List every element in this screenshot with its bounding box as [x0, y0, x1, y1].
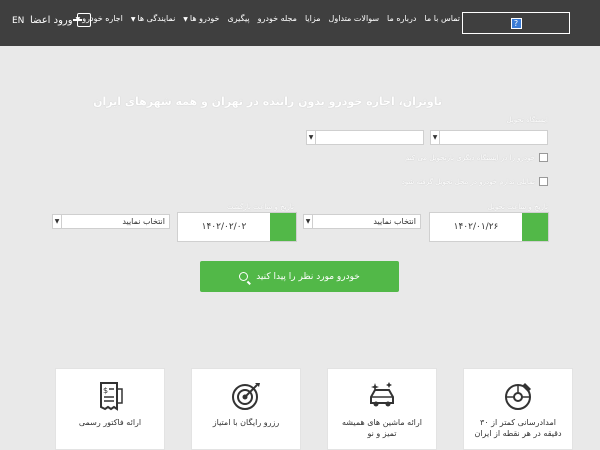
delivery-label: تمایلی ندارم خودرو در محل تحویل گرفته شو…: [401, 177, 535, 186]
pickup-date-label: تاریخ و ساعت تحویل: [487, 203, 548, 211]
return-date-value: ۱۴۰۲/۰۲/۰۲: [201, 222, 247, 232]
pickup-date-value: ۱۴۰۲/۰۱/۲۶: [453, 222, 499, 232]
calendar-icon[interactable]: [522, 213, 548, 241]
return-other-station-label: خودرو را در ایستگاه دیگری بازتحویل می کن…: [405, 153, 535, 162]
car-sparkle-icon: [370, 382, 394, 407]
language-switch[interactable]: EN: [12, 16, 24, 26]
wrench-wheel-icon: [505, 383, 531, 410]
pickup-station-select[interactable]: ▼: [306, 130, 424, 145]
main-nav: اجاره خودرو▼ نمایندگی ها▼ خودرو ها▼ پیگی…: [76, 14, 460, 23]
feature-card-free-reserve: رزرو رایگان با امتیاز: [191, 368, 301, 450]
chevron-down-icon: ▼: [53, 215, 62, 228]
search-icon: [239, 272, 249, 281]
site-logo[interactable]: ?: [462, 12, 570, 34]
feature-text: ارائه فاکتور رسمی: [78, 418, 142, 427]
find-car-button[interactable]: خودرو مورد نظر را پیدا کنید: [200, 261, 399, 292]
nav-item-magazine[interactable]: مجله خودرو: [258, 14, 297, 23]
pickup-city-select[interactable]: ▼: [430, 130, 548, 145]
return-time-select[interactable]: ▼ انتخاب نمایید: [52, 214, 170, 229]
return-date-field[interactable]: ۱۴۰۲/۰۲/۰۲: [177, 212, 297, 242]
feature-card-clean-cars: ارائه ماشین های همیشه تمیز و نو: [327, 368, 437, 450]
chevron-down-icon: ▼: [183, 16, 188, 23]
login-label: ورود اعضا: [30, 14, 73, 26]
invoice-icon: $: [100, 382, 123, 411]
nav-item-contact[interactable]: تماس با ما: [424, 14, 460, 23]
return-other-station-checkbox[interactable]: [539, 153, 548, 162]
pickup-time-select[interactable]: ▼ انتخاب نمایید: [303, 214, 421, 229]
return-other-station-option[interactable]: خودرو را در ایستگاه دیگری بازتحویل می کن…: [405, 153, 548, 162]
nav-item-cars[interactable]: خودرو ها▼: [183, 14, 219, 23]
calendar-icon[interactable]: [270, 213, 296, 241]
logo-icon: ?: [510, 17, 522, 29]
nav-item-about[interactable]: درباره ما: [387, 14, 416, 23]
feature-text: امدادرسانی کمتر از ۳۰ دقیقه در هر نقطه ا…: [474, 418, 562, 438]
pickup-station-label: ایستگاه تحویل: [506, 116, 548, 124]
feature-card-roadside: امدادرسانی کمتر از ۳۰ دقیقه در هر نقطه ا…: [463, 368, 573, 450]
nav-item-agencies[interactable]: نمایندگی ها▼: [131, 14, 175, 23]
nav-item-benefits[interactable]: مزایا: [305, 14, 321, 23]
chevron-down-icon: ▼: [307, 131, 316, 144]
pickup-date-field[interactable]: ۱۴۰۲/۰۱/۲۶: [429, 212, 549, 242]
hero-title: تاوتران، اجاره خودرو بدون راننده در تهرا…: [93, 95, 442, 108]
delivery-option[interactable]: تمایلی ندارم خودرو در محل تحویل گرفته شو…: [402, 177, 548, 186]
return-date-label: تاریخ و ساعت بازگشت: [227, 203, 294, 211]
top-header: EN ورود اعضا اجاره خودرو▼ نمایندگی ها▼ خ…: [0, 0, 600, 46]
nav-item-faq[interactable]: سوالات متداول: [329, 14, 380, 23]
feature-card-invoice: $ ارائه فاکتور رسمی: [55, 368, 165, 450]
svg-text:$: $: [103, 386, 108, 395]
target-icon: [232, 383, 260, 410]
chevron-down-icon: ▼: [431, 131, 440, 144]
nav-item-tracking[interactable]: پیگیری: [228, 14, 250, 23]
chevron-down-icon: ▼: [304, 215, 313, 228]
chevron-down-icon: ▼: [75, 16, 81, 23]
feature-text: ارائه ماشین های همیشه تمیز و نو: [342, 418, 422, 438]
feature-text: رزرو رایگان با امتیاز: [212, 418, 280, 427]
delivery-checkbox[interactable]: [539, 177, 548, 186]
chevron-down-icon: ▼: [130, 16, 136, 23]
nav-item-car-rental[interactable]: اجاره خودرو▼: [76, 14, 123, 23]
find-car-label: خودرو مورد نظر را پیدا کنید: [256, 271, 360, 282]
